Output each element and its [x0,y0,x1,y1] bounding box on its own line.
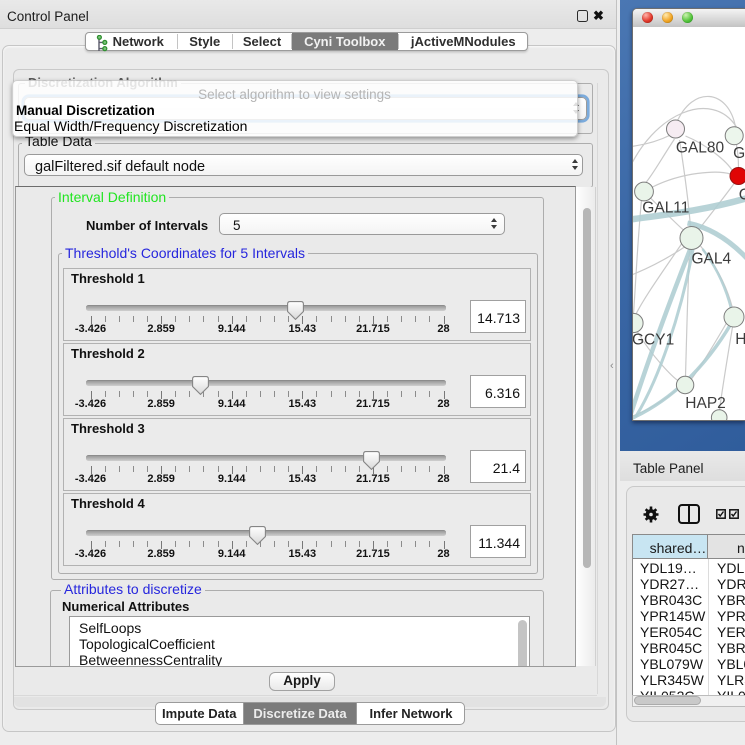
svg-text:C: C [739,187,745,204]
svg-text:GAL11: GAL11 [642,199,689,216]
svg-text:H: H [735,331,745,348]
svg-text:GAL4: GAL4 [692,251,732,268]
svg-text:HAP2: HAP2 [685,395,726,412]
svg-text:GA: GA [733,145,745,162]
svg-text:GAL80: GAL80 [676,140,725,157]
svg-text:GCY1: GCY1 [633,331,674,348]
